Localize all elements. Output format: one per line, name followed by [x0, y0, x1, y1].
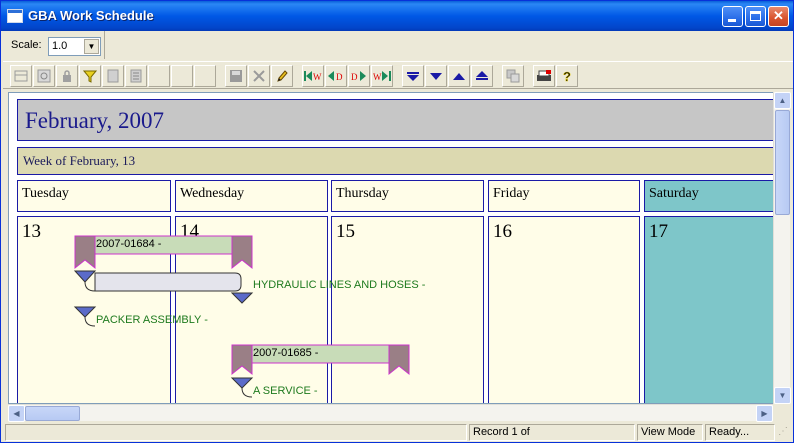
print-icon [537, 70, 551, 81]
resize-grip-icon[interactable]: ⋰ [778, 426, 790, 438]
scroll-left-arrow-icon[interactable]: ◀ [8, 405, 25, 422]
close-icon: ✕ [773, 8, 784, 23]
vertical-scroll-thumb[interactable] [775, 110, 790, 215]
expand-down-icon [430, 73, 442, 80]
task-bar-hydraulic[interactable] [73, 270, 254, 304]
task-label: HYDRAULIC LINES AND HOSES - [253, 279, 426, 291]
next-day-icon: D [351, 71, 366, 82]
first-week-icon: W [304, 71, 322, 82]
list-icon [130, 69, 142, 83]
horizontal-scrollbar[interactable]: ◀ ▶ [8, 404, 773, 422]
blank-button-1[interactable] [148, 65, 170, 87]
next-day-button[interactable]: D [348, 65, 370, 87]
save-icon [230, 70, 242, 82]
scroll-down-arrow-icon[interactable]: ▼ [774, 387, 791, 404]
scale-select[interactable]: 1.0 ▼ [48, 37, 101, 56]
maximize-icon [750, 11, 761, 21]
prev-day-icon: D [328, 71, 343, 82]
svg-text:D: D [351, 72, 358, 82]
job-start-marker [74, 235, 96, 270]
minimize-button[interactable] [722, 6, 743, 27]
first-week-button[interactable]: W [302, 65, 324, 87]
schedule-canvas[interactable]: February, 2007 Week of February, 13 Tues… [8, 92, 774, 404]
task-label: PACKER ASSEMBLY - [96, 314, 208, 326]
prev-day-button[interactable]: D [325, 65, 347, 87]
vertical-scrollbar[interactable]: ▲ ▼ [773, 92, 791, 404]
edit-button[interactable] [271, 65, 293, 87]
list-button[interactable] [125, 65, 147, 87]
svg-text:?: ? [563, 69, 571, 83]
scale-value: 1.0 [52, 40, 68, 52]
svg-text:W: W [313, 72, 322, 82]
lock-icon [63, 70, 71, 82]
delete-icon [253, 70, 265, 82]
zoom-icon [37, 69, 51, 83]
main-toolbar: W D D W ? [3, 61, 793, 89]
blank-button-3[interactable] [194, 65, 216, 87]
grid-button[interactable] [10, 65, 32, 87]
scroll-down-button[interactable] [402, 65, 424, 87]
blank-button-2[interactable] [171, 65, 193, 87]
delete-button[interactable] [248, 65, 270, 87]
grid-icon [14, 70, 28, 82]
task-marker-packer[interactable] [73, 306, 97, 327]
status-panel-empty [5, 424, 467, 441]
filter-icon [82, 70, 98, 83]
save-button[interactable] [225, 65, 247, 87]
last-week-icon: W [373, 71, 391, 82]
copy-icon [506, 69, 520, 83]
scroll-down-icon [407, 72, 419, 81]
window-title: GBA Work Schedule [28, 8, 154, 23]
status-mode: View Mode [637, 424, 703, 441]
help-button[interactable]: ? [556, 65, 578, 87]
expand-down-button[interactable] [425, 65, 447, 87]
help-icon: ? [563, 69, 572, 85]
svg-text:W: W [373, 72, 382, 82]
job-start-marker [231, 344, 253, 376]
scale-label: Scale: [11, 39, 42, 51]
status-record: Record 1 of [469, 424, 635, 441]
task-label: A SERVICE - [253, 385, 318, 397]
horizontal-scroll-thumb[interactable] [25, 406, 80, 421]
app-window: GBA Work Schedule ✕ Scale: 1.0 ▼ W D D W [0, 0, 794, 443]
collapse-up-button[interactable] [448, 65, 470, 87]
scroll-up-arrow-icon[interactable]: ▲ [774, 92, 791, 109]
document-icon [107, 69, 119, 83]
job-label: 2007-01685 - [253, 347, 319, 359]
scroll-top-button[interactable] [471, 65, 493, 87]
print-button[interactable] [533, 65, 555, 87]
svg-text:D: D [336, 72, 343, 82]
minimize-icon [728, 19, 736, 22]
lock-button[interactable] [56, 65, 78, 87]
collapse-up-icon [453, 73, 465, 80]
chevron-down-icon[interactable]: ▼ [84, 39, 99, 54]
document-button[interactable] [102, 65, 124, 87]
job-end-marker [388, 344, 410, 376]
job-end-marker [231, 235, 253, 270]
copy-button[interactable] [502, 65, 524, 87]
scroll-right-arrow-icon[interactable]: ▶ [756, 405, 773, 422]
edit-pencil-icon [277, 70, 288, 82]
status-state: Ready... [705, 424, 775, 441]
app-window-icon [7, 9, 23, 23]
job-label: 2007-01684 - [96, 238, 162, 250]
scale-toolbar: Scale: 1.0 ▼ [3, 31, 105, 59]
title-bar[interactable]: GBA Work Schedule ✕ [1, 1, 793, 31]
last-week-button[interactable]: W [371, 65, 393, 87]
scroll-top-icon [476, 71, 488, 80]
filter-button[interactable] [79, 65, 101, 87]
maximize-button[interactable] [745, 6, 766, 27]
status-bar: Record 1 of View Mode Ready... ⋰ [3, 422, 793, 442]
close-button[interactable]: ✕ [768, 6, 789, 27]
task-marker-a-service[interactable] [230, 377, 254, 398]
zoom-button[interactable] [33, 65, 55, 87]
